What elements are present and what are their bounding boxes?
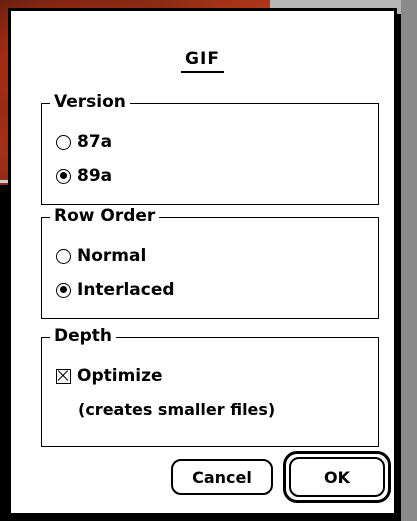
version-group: Version 87a 89a bbox=[41, 92, 379, 205]
background-right-edge bbox=[401, 0, 417, 521]
cancel-button[interactable]: Cancel bbox=[171, 459, 273, 495]
version-89a-option[interactable]: 89a bbox=[56, 166, 112, 186]
optimize-label: Optimize bbox=[77, 366, 163, 386]
row-order-normal-label: Normal bbox=[77, 246, 147, 266]
optimize-option[interactable]: Optimize bbox=[56, 366, 163, 386]
version-group-label: Version bbox=[50, 92, 130, 112]
radio-button-89a[interactable] bbox=[56, 168, 71, 184]
optimize-checkbox[interactable] bbox=[56, 368, 71, 384]
row-order-interlaced-label: Interlaced bbox=[77, 280, 175, 300]
ok-button[interactable]: OK bbox=[289, 457, 385, 497]
row-order-group-label: Row Order bbox=[50, 206, 160, 226]
optimize-note: (creates smaller files) bbox=[78, 400, 276, 419]
radio-button-normal[interactable] bbox=[56, 248, 71, 264]
depth-group-label: Depth bbox=[50, 326, 117, 346]
version-87a-label: 87a bbox=[77, 132, 113, 152]
row-order-group: Row Order Normal Interlaced bbox=[41, 206, 379, 319]
gif-options-dialog: GIF Version 87a 89a Row Order Normal Int… bbox=[8, 8, 397, 516]
radio-button-interlaced[interactable] bbox=[56, 282, 71, 298]
version-89a-label: 89a bbox=[77, 166, 113, 186]
dialog-title: GIF bbox=[11, 49, 394, 73]
radio-button-87a[interactable] bbox=[56, 134, 71, 150]
version-87a-option[interactable]: 87a bbox=[56, 132, 112, 152]
row-order-interlaced-option[interactable]: Interlaced bbox=[56, 280, 175, 300]
depth-group: Depth Optimize (creates smaller files) bbox=[41, 326, 379, 447]
row-order-normal-option[interactable]: Normal bbox=[56, 246, 146, 266]
